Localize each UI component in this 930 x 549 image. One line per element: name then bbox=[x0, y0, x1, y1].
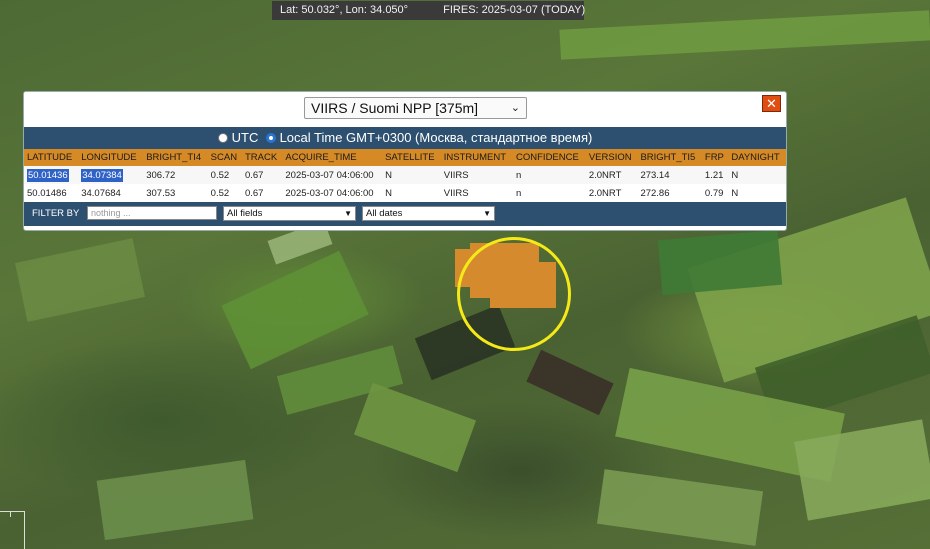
table-cell: 2.0NRT bbox=[585, 184, 638, 202]
table-row[interactable]: 50.01436 34.07384 306.72 0.52 0.67 2025-… bbox=[24, 166, 786, 184]
column-header[interactable]: FRP bbox=[701, 149, 729, 166]
chevron-down-icon: ▼ bbox=[344, 209, 352, 218]
table-cell: 2025-03-07 04:06:00 bbox=[282, 166, 383, 184]
map-field bbox=[221, 250, 369, 370]
radio-local-time[interactable] bbox=[265, 133, 276, 143]
column-header[interactable]: TRACK bbox=[241, 149, 283, 166]
table-cell: VIIRS bbox=[440, 184, 514, 202]
column-header[interactable]: INSTRUMENT bbox=[440, 149, 514, 166]
coordinates-readout: Lat: 50.032°, Lon: 34.050° bbox=[280, 4, 409, 16]
fires-date-readout: FIRES: 2025-03-07 (TODAY) bbox=[443, 4, 586, 16]
table-cell: N bbox=[382, 184, 441, 202]
column-header[interactable]: SCAN bbox=[207, 149, 242, 166]
fire-data-table: LATITUDE LONGITUDE BRIGHT_TI4 SCAN TRACK… bbox=[24, 149, 786, 202]
table-cell: N bbox=[728, 166, 786, 184]
column-header[interactable]: SATELLITE bbox=[382, 149, 441, 166]
table-cell: 0.67 bbox=[241, 166, 283, 184]
chevron-down-icon: ⌄ bbox=[510, 102, 520, 114]
column-header[interactable]: BRIGHT_TI4 bbox=[143, 149, 208, 166]
timezone-bar: UTC Local Time GMT+0300 (Москва, стандар… bbox=[24, 127, 786, 149]
table-cell: 50.01436 bbox=[24, 166, 79, 184]
selected-text: 50.01436 bbox=[27, 168, 69, 182]
table-row[interactable]: 50.01486 34.07684 307.53 0.52 0.67 2025-… bbox=[24, 184, 786, 202]
filter-bar: FILTER BY nothing ... All fields ▼ All d… bbox=[24, 202, 786, 226]
map-field bbox=[596, 469, 764, 546]
column-header[interactable]: LONGITUDE bbox=[78, 149, 144, 166]
status-bar: Lat: 50.032°, Lon: 34.050° FIRES: 2025-0… bbox=[272, 1, 586, 20]
radio-utc-label: UTC bbox=[231, 130, 259, 145]
selected-text: 34.07384 bbox=[81, 168, 123, 182]
table-cell: 0.52 bbox=[207, 184, 242, 202]
popup-header: VIIRS / Suomi NPP [375m] ⌄ ✕ bbox=[24, 92, 786, 127]
dates-select-value: All dates bbox=[366, 208, 403, 219]
column-header[interactable]: BRIGHT_TI5 bbox=[637, 149, 702, 166]
column-header[interactable]: DAYNIGHT bbox=[728, 149, 786, 166]
fields-select[interactable]: All fields ▼ bbox=[223, 206, 356, 221]
map-field bbox=[526, 349, 614, 416]
table-cell: VIIRS bbox=[440, 166, 514, 184]
map-field bbox=[96, 459, 254, 541]
table-cell: 50.01486 bbox=[24, 184, 79, 202]
radio-utc[interactable] bbox=[217, 133, 228, 143]
table-header-row: LATITUDE LONGITUDE BRIGHT_TI4 SCAN TRACK… bbox=[24, 149, 786, 166]
map-field bbox=[15, 238, 145, 322]
column-header[interactable]: LATITUDE bbox=[24, 149, 79, 166]
filter-label: FILTER BY bbox=[32, 208, 80, 219]
table-cell: 0.79 bbox=[701, 184, 729, 202]
radio-local-time-label: Local Time GMT+0300 (Москва, стандартное… bbox=[279, 130, 593, 145]
table-cell: n bbox=[513, 184, 586, 202]
table-cell: 306.72 bbox=[143, 166, 208, 184]
table-cell: N bbox=[382, 166, 441, 184]
column-header[interactable]: CONFIDENCE bbox=[513, 149, 586, 166]
table-cell: 2025-03-07 04:06:00 bbox=[282, 184, 383, 202]
scale-bar bbox=[0, 511, 25, 549]
table-cell: 307.53 bbox=[143, 184, 208, 202]
column-header[interactable]: ACQUIRE_TIME bbox=[282, 149, 383, 166]
table-cell: N bbox=[728, 184, 786, 202]
table-cell: 2.0NRT bbox=[585, 166, 638, 184]
selection-ring bbox=[457, 237, 571, 351]
filter-input[interactable]: nothing ... bbox=[87, 206, 217, 220]
table-cell: 0.52 bbox=[207, 166, 242, 184]
table-cell: 1.21 bbox=[701, 166, 729, 184]
close-button[interactable]: ✕ bbox=[762, 95, 781, 112]
map-field bbox=[657, 229, 783, 296]
table-cell: 272.86 bbox=[637, 184, 702, 202]
column-header[interactable]: VERSION bbox=[585, 149, 638, 166]
table-cell: 273.14 bbox=[637, 166, 702, 184]
table-cell: n bbox=[513, 166, 586, 184]
map-field bbox=[559, 10, 930, 60]
chevron-down-icon: ▼ bbox=[483, 209, 491, 218]
table-cell: 34.07384 bbox=[78, 166, 144, 184]
dates-select[interactable]: All dates ▼ bbox=[362, 206, 495, 221]
map-field bbox=[353, 382, 477, 473]
fire-info-popup: VIIRS / Suomi NPP [375m] ⌄ ✕ UTC Local T… bbox=[23, 91, 787, 231]
satellite-select[interactable]: VIIRS / Suomi NPP [375m] ⌄ bbox=[304, 97, 527, 119]
table-cell: 0.67 bbox=[241, 184, 283, 202]
fields-select-value: All fields bbox=[227, 208, 263, 219]
table-cell: 34.07684 bbox=[78, 184, 144, 202]
satellite-select-value: VIIRS / Suomi NPP [375m] bbox=[311, 100, 479, 116]
